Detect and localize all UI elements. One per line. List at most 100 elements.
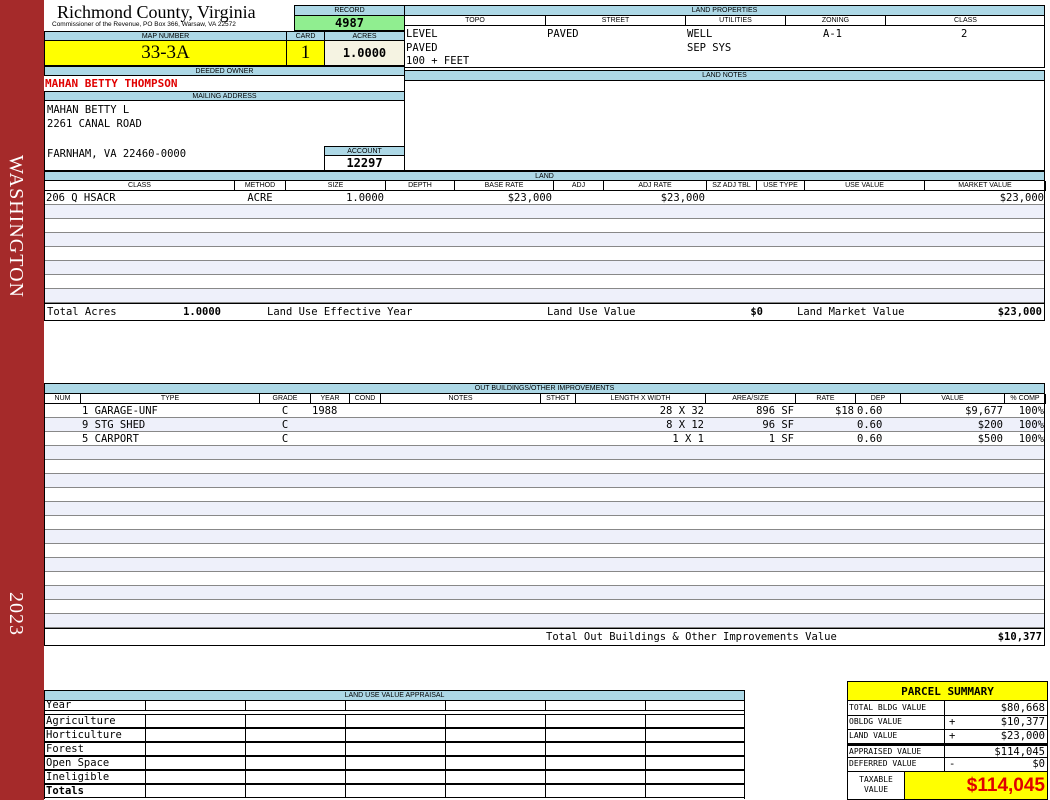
page-title: Richmond County, Virginia [57,2,256,22]
table-cell: 9 STG SHED [82,419,146,431]
column-header: GRADE [260,394,311,404]
table-cell: 8 X 12 [666,419,704,431]
summary-value: $10,377 [1000,716,1045,728]
table-row [45,289,1044,303]
column-divider [345,743,346,755]
column-divider [545,757,546,769]
column-divider [445,743,446,755]
table-cell: $23,000 [507,192,552,204]
column-divider [145,743,146,755]
land-use-label: Agriculture [46,715,116,727]
column-header: CLASS [45,181,235,191]
column-divider [645,743,646,755]
column-header: NUM [45,394,81,404]
summary-value: $23,000 [1000,730,1045,742]
column-divider [445,715,446,727]
column-header: VALUE [901,394,1005,404]
column-divider [245,757,246,769]
table-row [45,275,1044,289]
table-row [45,572,1044,586]
col-topo: TOPO [405,16,546,26]
summary-row: OBLDG VALUE + $10,377 [848,715,1047,730]
table-row [45,205,1044,219]
utilities-value: SEP SYS [687,42,732,54]
summary-operator: + [949,716,956,728]
land-use-row: Totals [45,784,744,798]
summary-label: OBLDG VALUE [849,715,945,729]
column-divider [345,785,346,797]
table-row [45,544,1044,558]
column-divider [245,700,246,710]
column-header: SZ ADJ TBL [707,181,757,191]
column-header: METHOD [235,181,286,191]
column-divider [345,700,346,710]
column-header: ADJ RATE [604,181,707,191]
deeded-owner: MAHAN BETTY THOMPSON [45,77,178,90]
table-cell: C [281,433,289,445]
land-use-label: Open Space [46,757,110,769]
acres-value: 1.0000 [324,40,405,66]
table-row [45,516,1044,530]
table-row [45,614,1044,628]
land-use-label: Horticulture [46,729,122,741]
column-divider [545,729,546,741]
column-header: USE TYPE [757,181,805,191]
outbuildings-total: $10,377 [997,631,1042,643]
outbuildings-table: NUM TYPE GRADE YEAR COND NOTES STHGT LENGTH X W… [44,393,1046,646]
column-header: AREA/SIZE [706,394,796,404]
column-header: STHGT [541,394,576,404]
table-cell: 0.60 [857,405,883,417]
column-header: USE VALUE [805,181,925,191]
address-line: 2261 CANAL ROAD [47,118,142,130]
land-total: Land Market Value [797,306,905,318]
column-divider [145,757,146,769]
zoning-value: A-1 [823,28,842,40]
column-divider [645,729,646,741]
table-cell: C [281,405,289,417]
column-divider [145,715,146,727]
table-cell: 96 SF [762,419,794,431]
column-divider [245,785,246,797]
land-use-label: Year [46,699,72,711]
column-header: DEP [856,394,901,404]
column-divider [145,729,146,741]
outbuildings-total-label: Total Out Buildings & Other Improvements… [546,631,837,643]
sidebar: WASHINGTON 2023 [0,0,44,800]
column-divider [645,715,646,727]
table-row [45,446,1044,460]
column-header: LENGTH X WIDTH [576,394,706,404]
column-divider [245,715,246,727]
table-row [45,261,1044,275]
class-value: 2 [961,28,968,40]
summary-value: $80,668 [1000,702,1045,714]
table-cell: $18 [835,405,854,417]
column-divider [345,757,346,769]
land-use-row: Horticulture [45,728,744,742]
summary-row: LAND VALUE + $23,000 [848,729,1047,744]
topo-value: LEVEL [406,28,438,40]
column-divider [445,757,446,769]
table-cell: 1988 [312,405,338,417]
table-cell: 1 X 1 [672,433,704,445]
table-cell: 206 Q HSACR [46,192,116,204]
column-divider [545,700,546,710]
land-total: Total Acres [47,306,117,318]
table-cell: 100% [1018,433,1044,445]
table-row [45,586,1044,600]
table-cell: 28 X 32 [659,405,704,417]
column-divider [245,729,246,741]
table-row: 206 Q HSACR ACRE 1.0000 $23,000 $23,000 $23,0… [45,191,1044,205]
summary-operator: + [949,730,956,742]
summary-label: TOTAL BLDG VALUE [849,701,945,715]
land-use-row: Forest [45,742,744,756]
table-cell: $500 [977,433,1003,445]
land-use-label: Forest [46,743,84,755]
land-table: CLASS METHOD SIZE DEPTH BASE RATE ADJ ADJ RATE… [44,180,1046,321]
column-divider [545,785,546,797]
column-divider [645,757,646,769]
col-street: STREET [546,16,686,26]
card-number: 1 [286,40,325,66]
summary-title: PARCEL SUMMARY [848,682,1047,701]
column-header: ADJ [554,181,604,191]
table-row [45,219,1044,233]
